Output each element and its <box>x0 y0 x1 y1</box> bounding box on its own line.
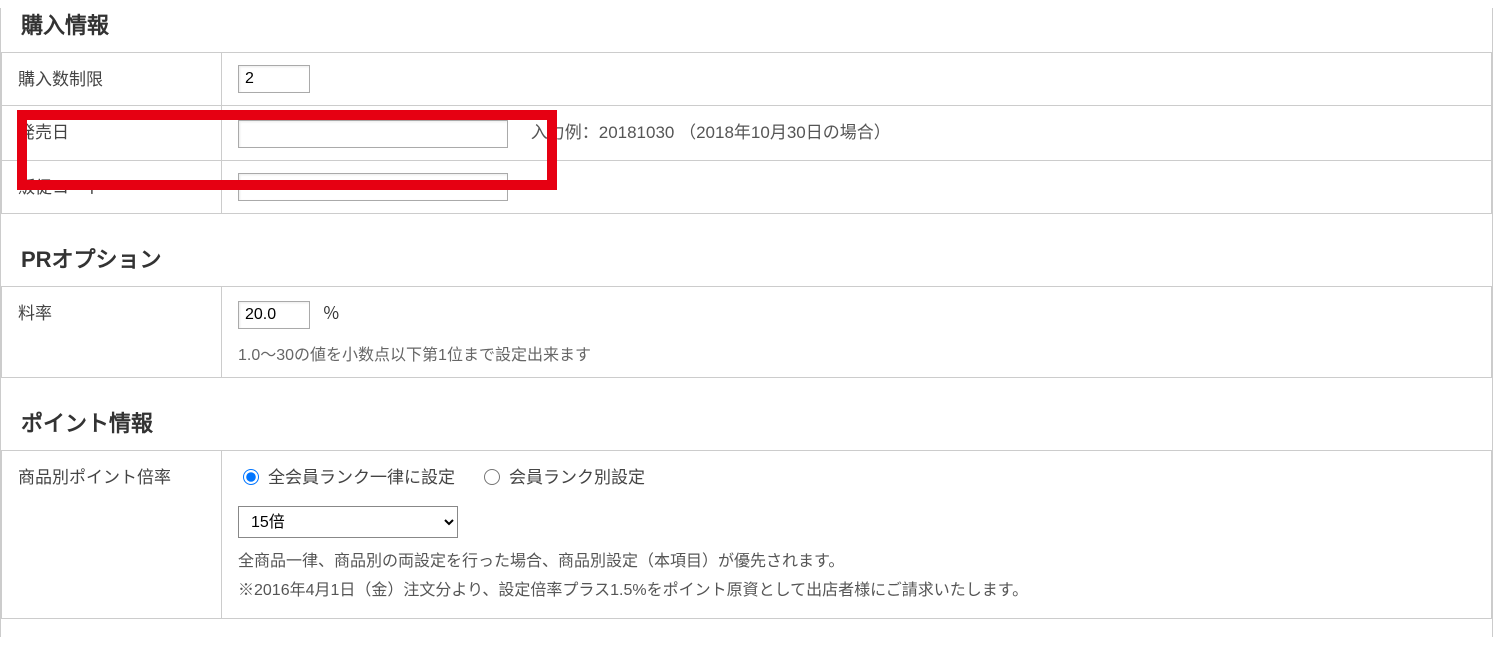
point-note-1: 全商品一律、商品別の両設定を行った場合、商品別設定（本項目）が優先されます。 <box>238 548 1475 577</box>
radio-byrank-label: 会員ランク別設定 <box>509 463 645 488</box>
point-note-2: ※2016年4月1日（金）注文分より、設定倍率プラス1.5%をポイント原資として… <box>238 577 1475 606</box>
section-title-pr: PRオプション <box>21 242 1492 274</box>
purchase-limit-input[interactable] <box>238 65 310 93</box>
label-point-rate: 商品別ポイント倍率 <box>2 451 222 619</box>
label-release-date: 発売日 <box>2 106 222 161</box>
radio-uniform[interactable] <box>243 469 259 485</box>
radio-uniform-option[interactable]: 全会員ランク一律に設定 <box>238 463 455 488</box>
pr-rate-hint: 1.0〜30の値を小数点以下第1位まで設定出来ます <box>238 341 1475 365</box>
pr-rate-input[interactable] <box>238 301 310 329</box>
point-rate-select[interactable]: 15倍 <box>238 506 458 538</box>
pr-table: 料率 ％ 1.0〜30の値を小数点以下第1位まで設定出来ます <box>1 286 1492 378</box>
release-date-input[interactable] <box>238 120 508 148</box>
section-title-point: ポイント情報 <box>21 406 1492 438</box>
purchase-table: 購入数制限 発売日 入力例：20181030 （2018年10月30日の場合） … <box>1 52 1492 214</box>
label-purchase-limit: 購入数制限 <box>2 53 222 106</box>
point-table: 商品別ポイント倍率 全会員ランク一律に設定 会員ランク別設定 15倍 <box>1 450 1492 619</box>
radio-uniform-label: 全会員ランク一律に設定 <box>268 463 455 488</box>
section-title-purchase: 購入情報 <box>21 8 1492 40</box>
pr-rate-unit: ％ <box>323 304 340 323</box>
label-pr-rate: 料率 <box>2 287 222 378</box>
radio-byrank-option[interactable]: 会員ランク別設定 <box>479 463 645 488</box>
release-date-hint: 入力例：20181030 （2018年10月30日の場合） <box>531 123 891 142</box>
radio-byrank[interactable] <box>484 469 500 485</box>
promo-code-input[interactable] <box>238 173 508 201</box>
label-promo-code: 販促コード <box>2 161 222 214</box>
